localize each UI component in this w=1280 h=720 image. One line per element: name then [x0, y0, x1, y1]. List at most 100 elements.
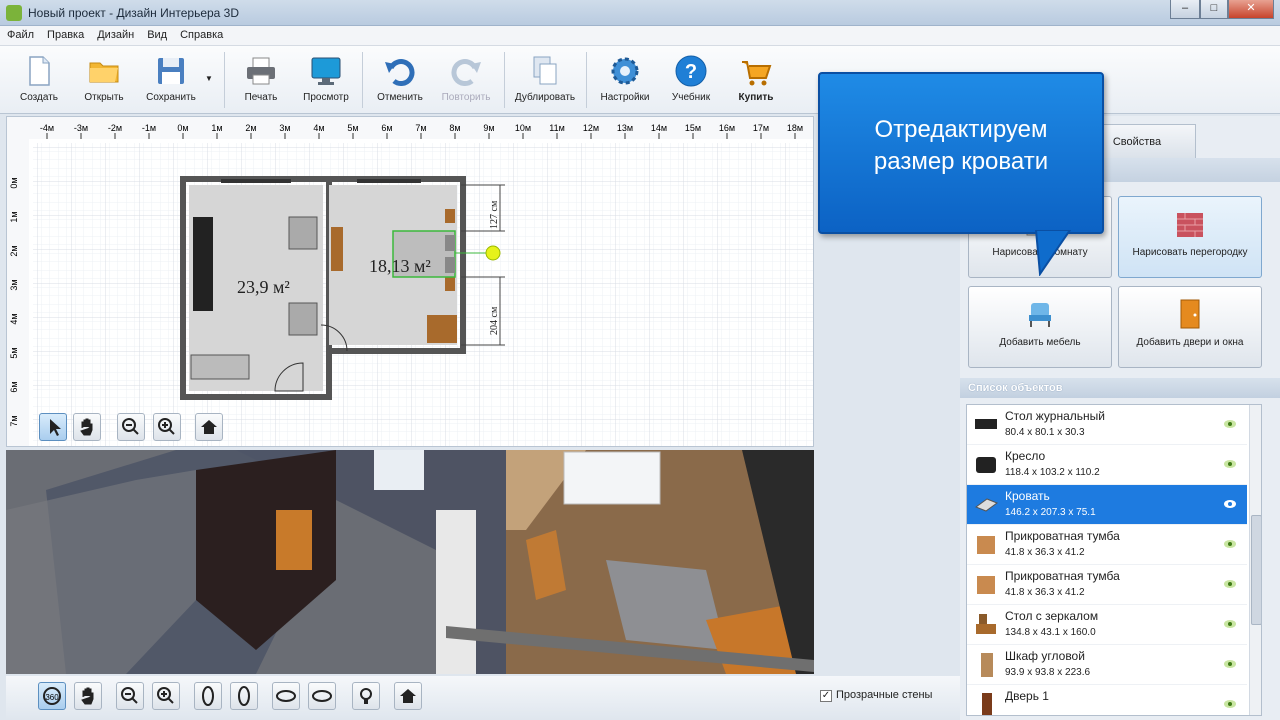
- armchair-icon: [976, 457, 996, 473]
- menu-view[interactable]: Вид: [140, 26, 173, 41]
- objects-list[interactable]: Стол журнальный 80.4 x 80.1 x 30.3 Кресло…: [966, 404, 1262, 716]
- rotate-360-button[interactable]: 360: [38, 682, 66, 710]
- maximize-button[interactable]: □: [1200, 0, 1228, 19]
- menu-design[interactable]: Дизайн: [90, 26, 140, 41]
- sofa[interactable]: [190, 354, 250, 380]
- undo-button[interactable]: Отменить: [372, 50, 428, 110]
- armchair-1[interactable]: [288, 216, 318, 250]
- ruler-tick-label: 1м: [9, 211, 19, 222]
- ruler-tick-label: 18м: [787, 123, 803, 133]
- view-3d[interactable]: [6, 450, 814, 674]
- tilt-down-button[interactable]: [308, 682, 336, 710]
- eye-icon[interactable]: [1223, 699, 1237, 709]
- zoom-in-button[interactable]: [153, 413, 181, 441]
- pan-3d-button[interactable]: [74, 682, 102, 710]
- svg-text:360: 360: [45, 693, 59, 702]
- ruler-tick-label: -4м: [40, 123, 54, 133]
- resize-handle[interactable]: [485, 245, 501, 261]
- list-item[interactable]: Дверь 1: [967, 685, 1247, 715]
- window-1[interactable]: [221, 179, 291, 183]
- objects-list-header: Список объектов: [960, 378, 1280, 398]
- list-item[interactable]: Прикроватная тумба 41.8 x 36.3 x 41.2: [967, 565, 1247, 605]
- list-item[interactable]: Стол с зеркалом 134.8 x 43.1 x 160.0: [967, 605, 1247, 645]
- menu-file[interactable]: Файл: [0, 26, 40, 41]
- list-item-selected[interactable]: Кровать 146.2 x 207.3 x 75.1: [967, 485, 1247, 525]
- select-tool-button[interactable]: [39, 413, 67, 441]
- close-button[interactable]: ✕: [1228, 0, 1274, 19]
- eye-icon[interactable]: [1223, 579, 1237, 589]
- ruler-tick-label: 7м: [415, 123, 426, 133]
- door-icon: [1180, 299, 1200, 329]
- armchair-2[interactable]: [288, 302, 318, 336]
- window-3d-2: [563, 451, 661, 505]
- tilt-up-button[interactable]: [272, 682, 300, 710]
- eye-icon[interactable]: [1223, 539, 1237, 549]
- eye-icon[interactable]: [1223, 619, 1237, 629]
- nightstand-1[interactable]: [445, 209, 455, 223]
- zoom-out-3d-button[interactable]: [116, 682, 144, 710]
- tilt-down-icon: [312, 690, 332, 702]
- eye-icon[interactable]: [1223, 659, 1237, 669]
- menu-bar: Файл Правка Дизайн Вид Справка: [0, 26, 1280, 46]
- ruler-tick-label: 4м: [313, 123, 324, 133]
- zoom-in-3d-button[interactable]: [152, 682, 180, 710]
- list-item[interactable]: Прикроватная тумба 41.8 x 36.3 x 41.2: [967, 525, 1247, 565]
- window-2[interactable]: [357, 179, 421, 183]
- light-button[interactable]: [352, 682, 380, 710]
- menu-help[interactable]: Справка: [173, 26, 229, 41]
- ruler-tick-label: 0м: [9, 177, 19, 188]
- tutorial-button[interactable]: ? Учебник: [664, 50, 718, 110]
- eye-icon[interactable]: [1223, 499, 1237, 509]
- scrollbar-thumb[interactable]: [1251, 515, 1261, 625]
- corner-cabinet[interactable]: [427, 315, 457, 343]
- pan-tool-button[interactable]: [73, 413, 101, 441]
- vanity-table-icon: [976, 614, 996, 634]
- add-furniture-button[interactable]: Добавить мебель: [968, 286, 1112, 368]
- minimize-button[interactable]: –: [1170, 0, 1200, 19]
- ruler-tick-label: 5м: [9, 347, 19, 358]
- home-view-button[interactable]: [195, 413, 223, 441]
- transparent-walls-checkbox[interactable]: ✓: [820, 690, 832, 702]
- cursor-icon: [50, 419, 61, 436]
- zoom-out-button[interactable]: [117, 413, 145, 441]
- list-item[interactable]: Кресло 118.4 x 103.2 x 110.2: [967, 445, 1247, 485]
- ruler-tick-label: 5м: [347, 123, 358, 133]
- save-button[interactable]: Сохранить: [140, 50, 202, 110]
- dresser[interactable]: [331, 227, 343, 271]
- add-doors-windows-button[interactable]: Добавить двери и окна: [1118, 286, 1262, 368]
- draw-partition-button[interactable]: Нарисовать перегородку: [1118, 196, 1262, 278]
- tv-unit[interactable]: [193, 217, 213, 311]
- list-item[interactable]: Шкаф угловой 93.9 x 93.8 x 223.6: [967, 645, 1247, 685]
- nightstand-2[interactable]: [445, 277, 455, 291]
- list-item[interactable]: Стол журнальный 80.4 x 80.1 x 30.3: [967, 405, 1247, 445]
- title-bar: Новый проект - Дизайн Интерьера 3D – □ ✕: [0, 0, 1280, 26]
- rotate-left-button[interactable]: [194, 682, 222, 710]
- ruler-tick-label: 0м: [177, 123, 188, 133]
- save-dropdown-icon[interactable]: ▼: [205, 74, 213, 83]
- callout-line-2: размер кровати: [873, 148, 1049, 175]
- ruler-tick-label: 3м: [9, 279, 19, 290]
- create-button[interactable]: Создать: [12, 50, 66, 110]
- home-3d-button[interactable]: [394, 682, 422, 710]
- eye-icon[interactable]: [1223, 419, 1237, 429]
- printer-icon: [247, 57, 275, 85]
- room-2-area: 18,13 м²: [369, 256, 431, 276]
- tutorial-callout: Отредактируем размер кровати: [818, 72, 1104, 234]
- menu-edit[interactable]: Правка: [40, 26, 90, 41]
- svg-text:?: ?: [685, 61, 697, 83]
- eye-icon[interactable]: [1223, 459, 1237, 469]
- preview-button[interactable]: Просмотр: [296, 50, 356, 110]
- rotate-right-button[interactable]: [230, 682, 258, 710]
- open-button[interactable]: Открыть: [76, 50, 132, 110]
- plan-2d-view[interactable]: -4м -3м -2м -1м 0м 1м 2м 3м 4м 5м 6м 7м 8м 9м 10м 11м 12…: [6, 116, 814, 447]
- objects-scrollbar[interactable]: [1249, 405, 1261, 715]
- ruler-tick-label: 2м: [245, 123, 256, 133]
- coffee-table-icon: [975, 419, 997, 429]
- print-button[interactable]: Печать: [236, 50, 286, 110]
- settings-button[interactable]: Настройки: [594, 50, 656, 110]
- room-1-area: 23,9 м²: [237, 277, 290, 297]
- 360-icon: 360: [43, 687, 61, 705]
- redo-button[interactable]: Повторить: [434, 50, 498, 110]
- buy-button[interactable]: Купить: [728, 50, 784, 110]
- duplicate-button[interactable]: Дублировать: [510, 50, 580, 110]
